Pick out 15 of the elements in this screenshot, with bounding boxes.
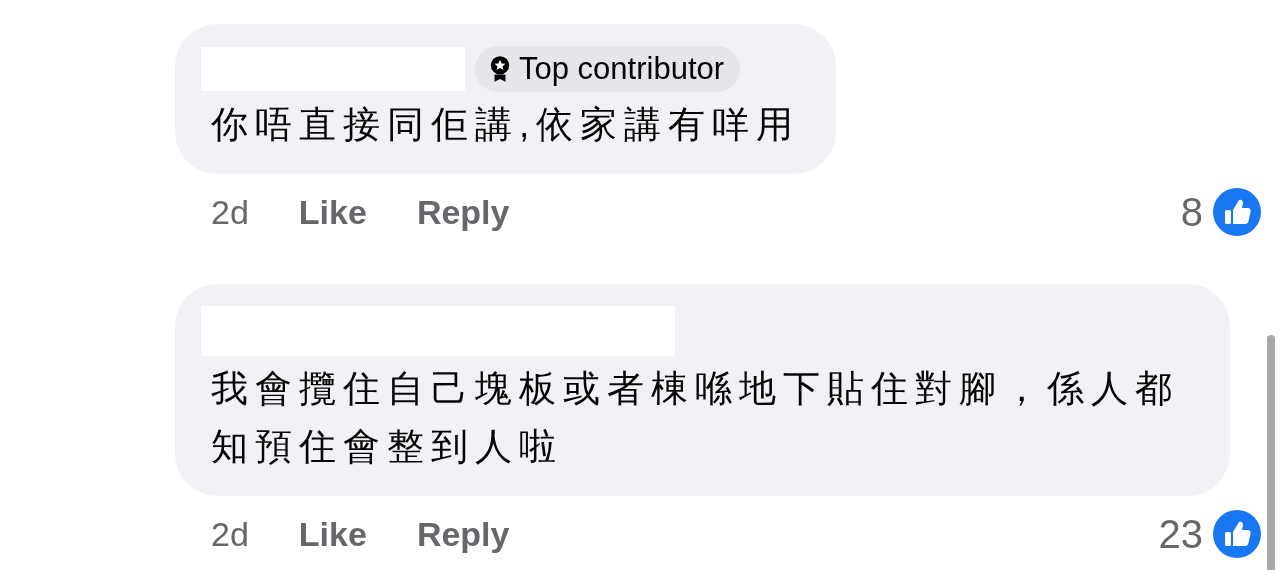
scrollbar[interactable] xyxy=(1267,335,1275,570)
comment-time: 2d xyxy=(211,192,249,232)
action-link[interactable]: Reply xyxy=(416,192,510,232)
action-link[interactable]: Like xyxy=(298,192,367,232)
reaction-count: 8 xyxy=(1180,189,1203,235)
badge-label: Top contributor xyxy=(519,51,725,87)
action-link[interactable]: Like xyxy=(298,514,367,554)
comment-text: 我會攬住自己塊板或者棟喺地下貼住對腳，係人都知預住會整到人啦 xyxy=(210,367,1180,469)
like-icon[interactable] xyxy=(1213,188,1261,236)
like-icon[interactable] xyxy=(1213,510,1261,558)
action-link[interactable]: Reply xyxy=(416,514,510,554)
medal-icon xyxy=(489,55,511,83)
comment-text: 你唔直接同佢講,依家講有咩用 xyxy=(210,103,801,147)
comment-time: 2d xyxy=(211,514,249,554)
reaction-count: 23 xyxy=(1158,511,1203,557)
